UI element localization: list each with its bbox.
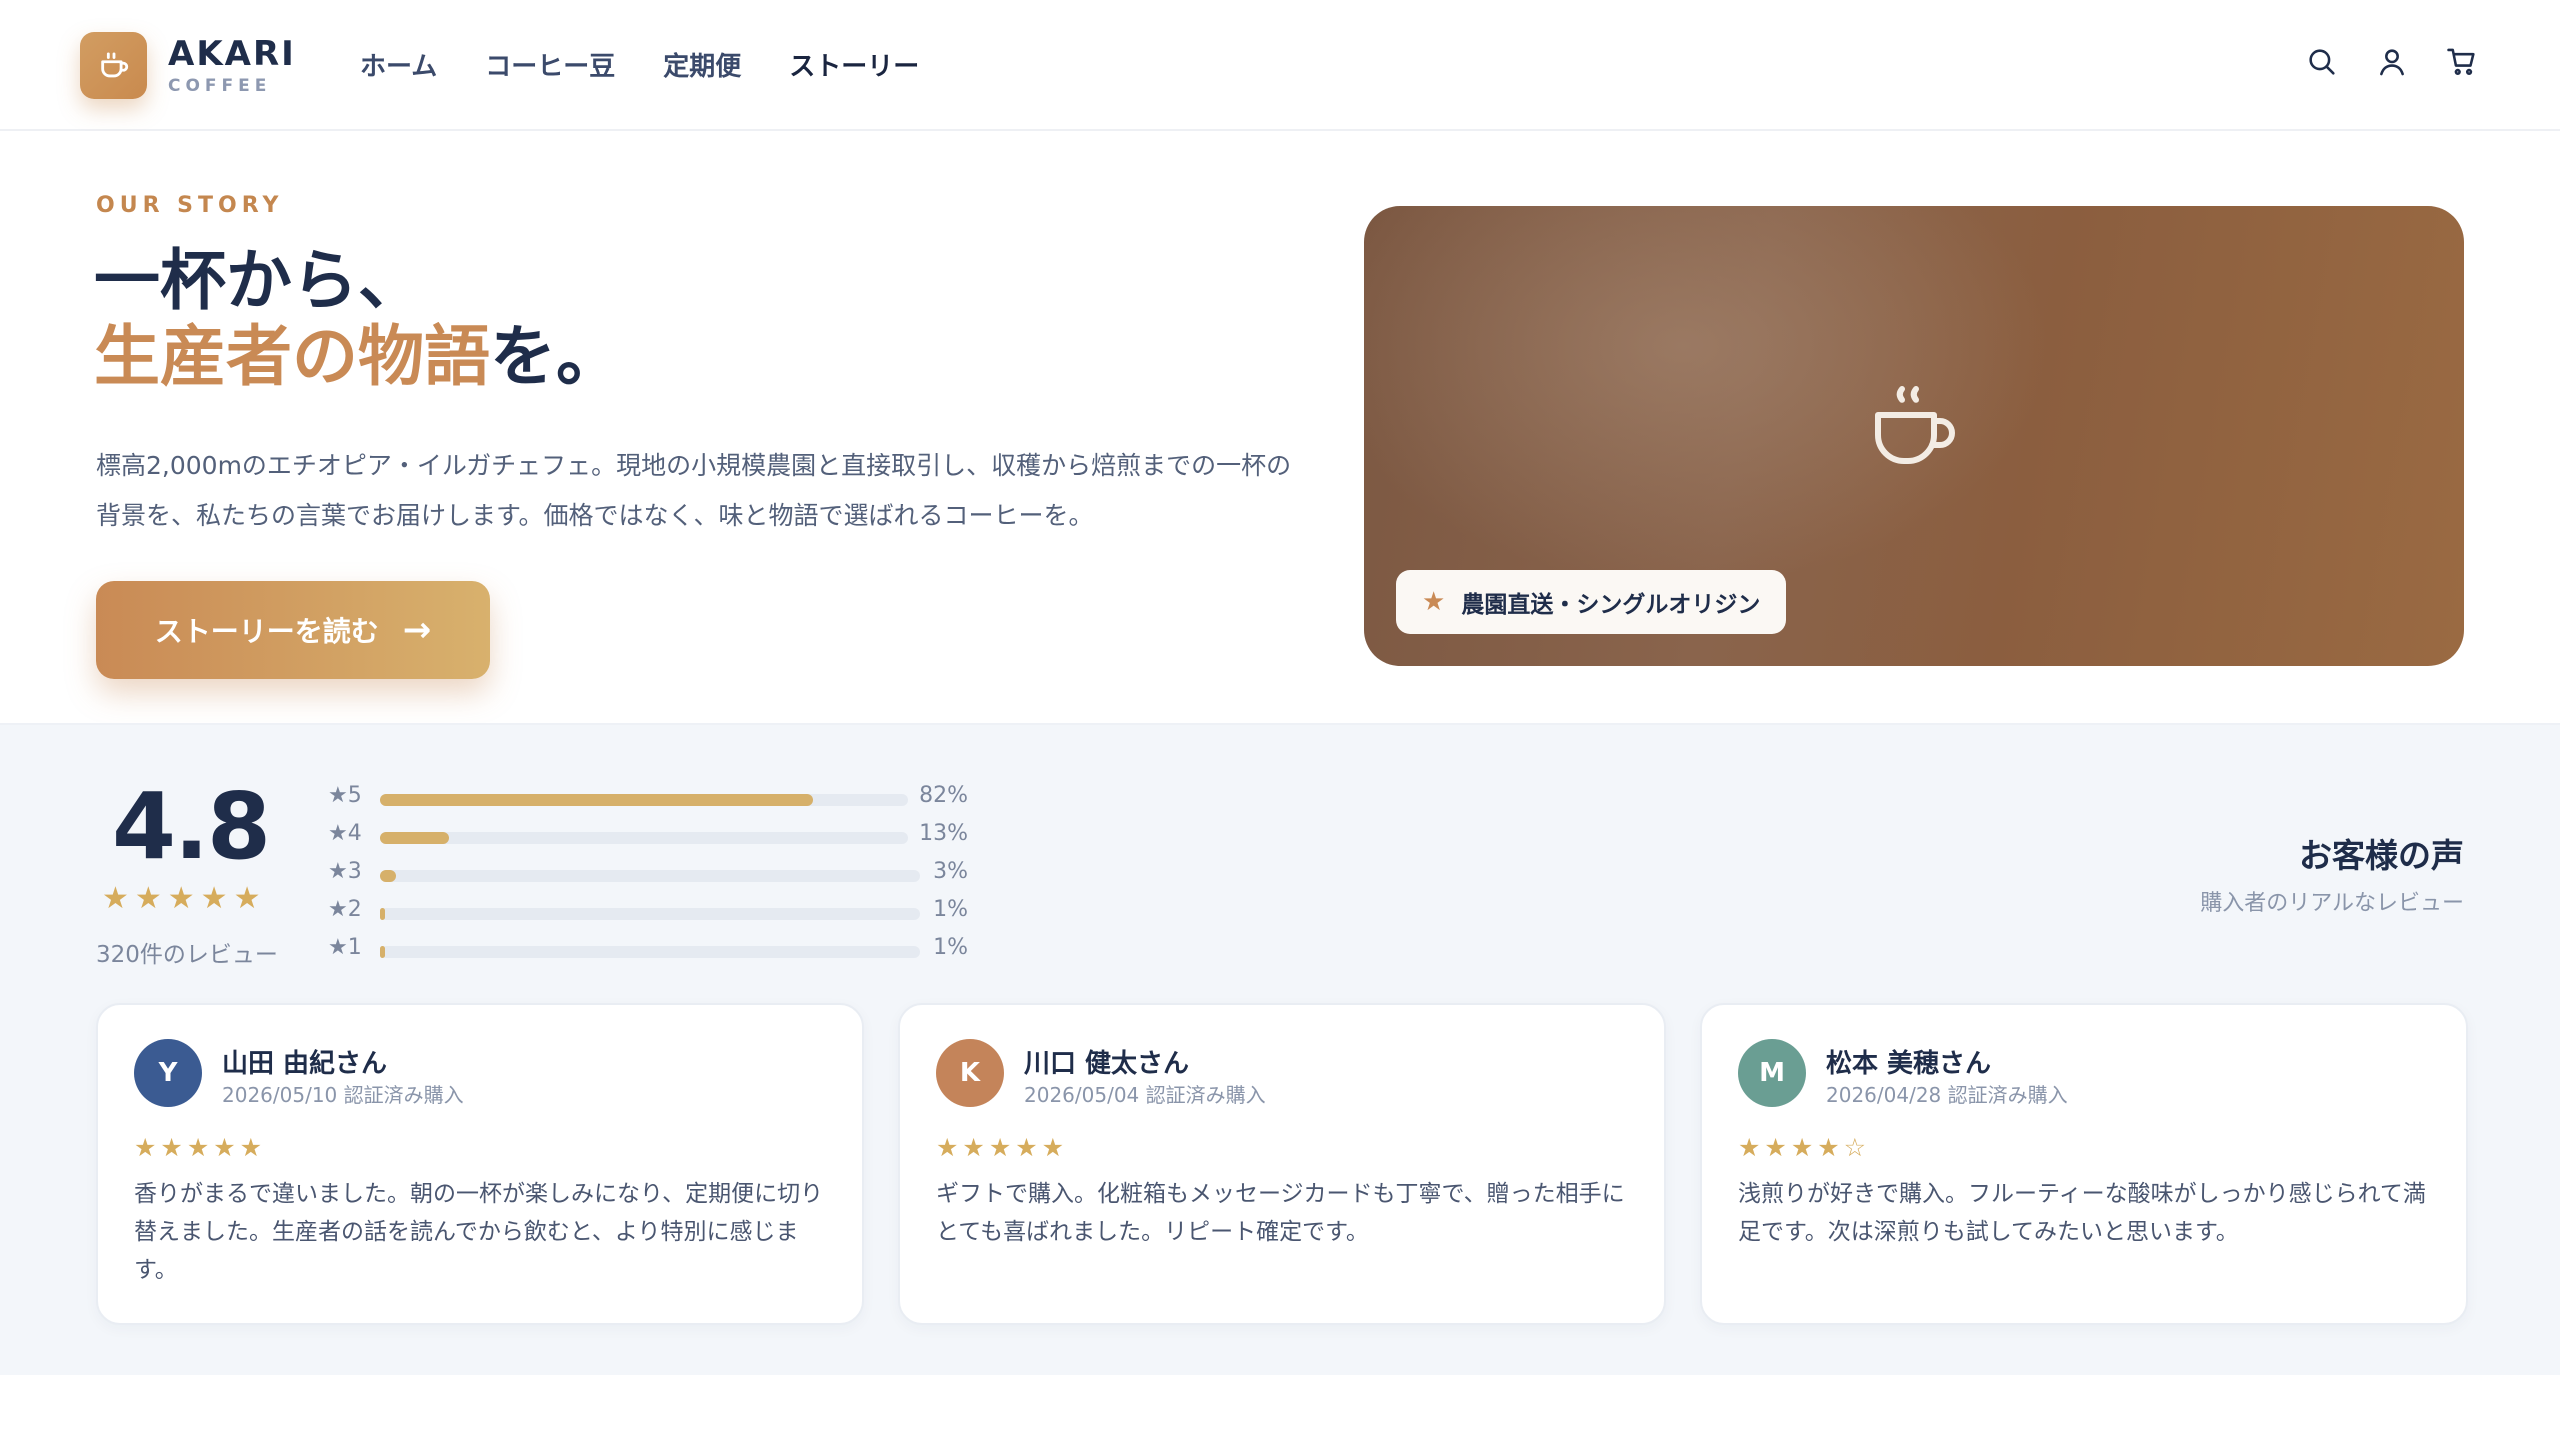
star-icon: ★ [1422, 587, 1446, 617]
average-rating: 4.8 [112, 773, 271, 880]
avatar: K [936, 1039, 1004, 1107]
nav-item-home[interactable]: ホーム [360, 46, 437, 83]
avatar: Y [134, 1039, 202, 1107]
hero-title-end: を。 [490, 318, 622, 395]
hero-eyebrow: OUR STORY [96, 193, 284, 218]
rating-percent: 1% [933, 897, 968, 922]
review-card: Y 山田 由紀さん 2026/05/10 認証済み購入 ★★★★★ 香りがまるで… [96, 1003, 864, 1325]
review-stars: ★★★★★ [936, 1133, 1069, 1162]
coffee-cup-icon [1875, 386, 1955, 464]
review-cards: Y 山田 由紀さん 2026/05/10 認証済み購入 ★★★★★ 香りがまるで… [96, 1003, 2468, 1325]
review-card: M 松本 美穂さん 2026/04/28 認証済み購入 ★★★★☆ 浅煎りが好き… [1700, 1003, 2468, 1325]
rating-row-4: ★4 13% [328, 819, 968, 857]
reviewer-name: 川口 健太さん [1024, 1049, 1190, 1079]
brand-name[interactable]: AKARI [168, 34, 296, 74]
rating-bar-fill [380, 870, 397, 882]
rating-bar-track [380, 908, 920, 920]
review-text: 香りがまるで違いました。朝の一杯が楽しみになり、定期便に切り替えました。生産者の… [134, 1181, 824, 1283]
brand-subtitle: COFFEE [168, 76, 272, 96]
main-nav: ホーム コーヒー豆 定期便 ストーリー [360, 46, 919, 83]
coffee-cup-icon [100, 52, 128, 77]
rating-label: ★5 [328, 783, 362, 808]
rating-label: ★2 [328, 897, 362, 922]
rating-bar-track [380, 946, 920, 958]
nav-item-beans[interactable]: コーヒー豆 [485, 46, 615, 83]
rating-bar-track [380, 794, 908, 806]
rating-distribution: ★5 82% ★4 13% ★3 3% ★2 1% ★1 1% [328, 781, 968, 971]
rating-bar-track [380, 870, 920, 882]
review-stars: ★★★★☆ [1738, 1133, 1871, 1162]
review-meta: 2026/05/10 認証済み購入 [222, 1083, 464, 1107]
rating-bar-track [380, 832, 908, 844]
read-story-button[interactable]: ストーリーを読む → [96, 581, 490, 679]
reviewer-name: 松本 美穂さん [1826, 1049, 1992, 1079]
rating-percent: 82% [919, 783, 968, 808]
review-count: 320件のレビュー [96, 942, 278, 968]
avatar: M [1738, 1039, 1806, 1107]
nav-item-story[interactable]: ストーリー [789, 46, 919, 83]
rating-row-1: ★1 1% [328, 933, 968, 971]
nav-item-subscription[interactable]: 定期便 [663, 46, 741, 83]
rating-percent: 13% [919, 821, 968, 846]
arrow-right-icon: → [402, 610, 432, 650]
rating-bar-fill [380, 832, 449, 844]
review-meta: 2026/05/04 認証済み購入 [1024, 1083, 1266, 1107]
reviews-subtitle: 購入者のリアルなレビュー [2200, 891, 2464, 916]
origin-badge-text: 農園直送・シングルオリジン [1461, 592, 1761, 618]
page: AKARI COFFEE ホーム コーヒー豆 定期便 ストーリー OUR STO… [0, 0, 2560, 1440]
review-text: ギフトで購入。化粧箱もメッセージカードも丁寧で、贈った相手にとても喜ばれました。… [936, 1181, 1625, 1245]
hero-image: ★ 農園直送・シングルオリジン [1364, 206, 2464, 666]
review-card: K 川口 健太さん 2026/05/04 認証済み購入 ★★★★★ ギフトで購入… [898, 1003, 1666, 1325]
review-text: 浅煎りが好きで購入。フルーティーな酸味がしっかり感じられて満足です。次は深煎りも… [1738, 1181, 2426, 1245]
hero-title-line1: 一杯から、 [94, 242, 424, 319]
rating-row-5: ★5 82% [328, 781, 968, 819]
rating-row-3: ★3 3% [328, 857, 968, 895]
origin-badge: ★ 農園直送・シングルオリジン [1396, 570, 1787, 634]
hero-title: 一杯から、 生産者の物語を。 [94, 243, 622, 395]
user-icon[interactable] [2374, 44, 2410, 80]
rating-bar-fill [380, 946, 386, 958]
read-story-label: ストーリーを読む [154, 615, 379, 648]
reviewer-name: 山田 由紀さん [222, 1049, 388, 1079]
average-stars: ★★★★★ [102, 881, 267, 916]
hero-title-accent: 生産者の物語 [94, 318, 490, 395]
reviews-title: お客様の声 [2299, 836, 2464, 875]
rating-row-2: ★2 1% [328, 895, 968, 933]
review-stars: ★★★★★ [134, 1133, 267, 1162]
logo-mark[interactable] [80, 32, 147, 99]
rating-label: ★1 [328, 935, 362, 960]
header-actions [2304, 44, 2480, 80]
site-header: AKARI COFFEE ホーム コーヒー豆 定期便 ストーリー [0, 0, 2560, 131]
cart-icon[interactable] [2444, 44, 2480, 80]
hero-description: 標高2,000mのエチオピア・イルガチェフェ。現地の小規模農園と直接取引し、収穫… [96, 451, 1292, 530]
rating-percent: 1% [933, 935, 968, 960]
review-meta: 2026/04/28 認証済み購入 [1826, 1083, 2068, 1107]
search-icon[interactable] [2304, 44, 2340, 80]
rating-bar-fill [380, 908, 386, 920]
rating-label: ★4 [328, 821, 362, 846]
rating-percent: 3% [933, 859, 968, 884]
reviews-section: 4.8 ★★★★★ 320件のレビュー ★5 82% ★4 13% ★3 3% … [0, 723, 2560, 1375]
rating-bar-fill [380, 794, 813, 806]
rating-label: ★3 [328, 859, 362, 884]
hero-section: OUR STORY 一杯から、 生産者の物語を。 標高2,000mのエチオピア・… [0, 131, 2560, 723]
